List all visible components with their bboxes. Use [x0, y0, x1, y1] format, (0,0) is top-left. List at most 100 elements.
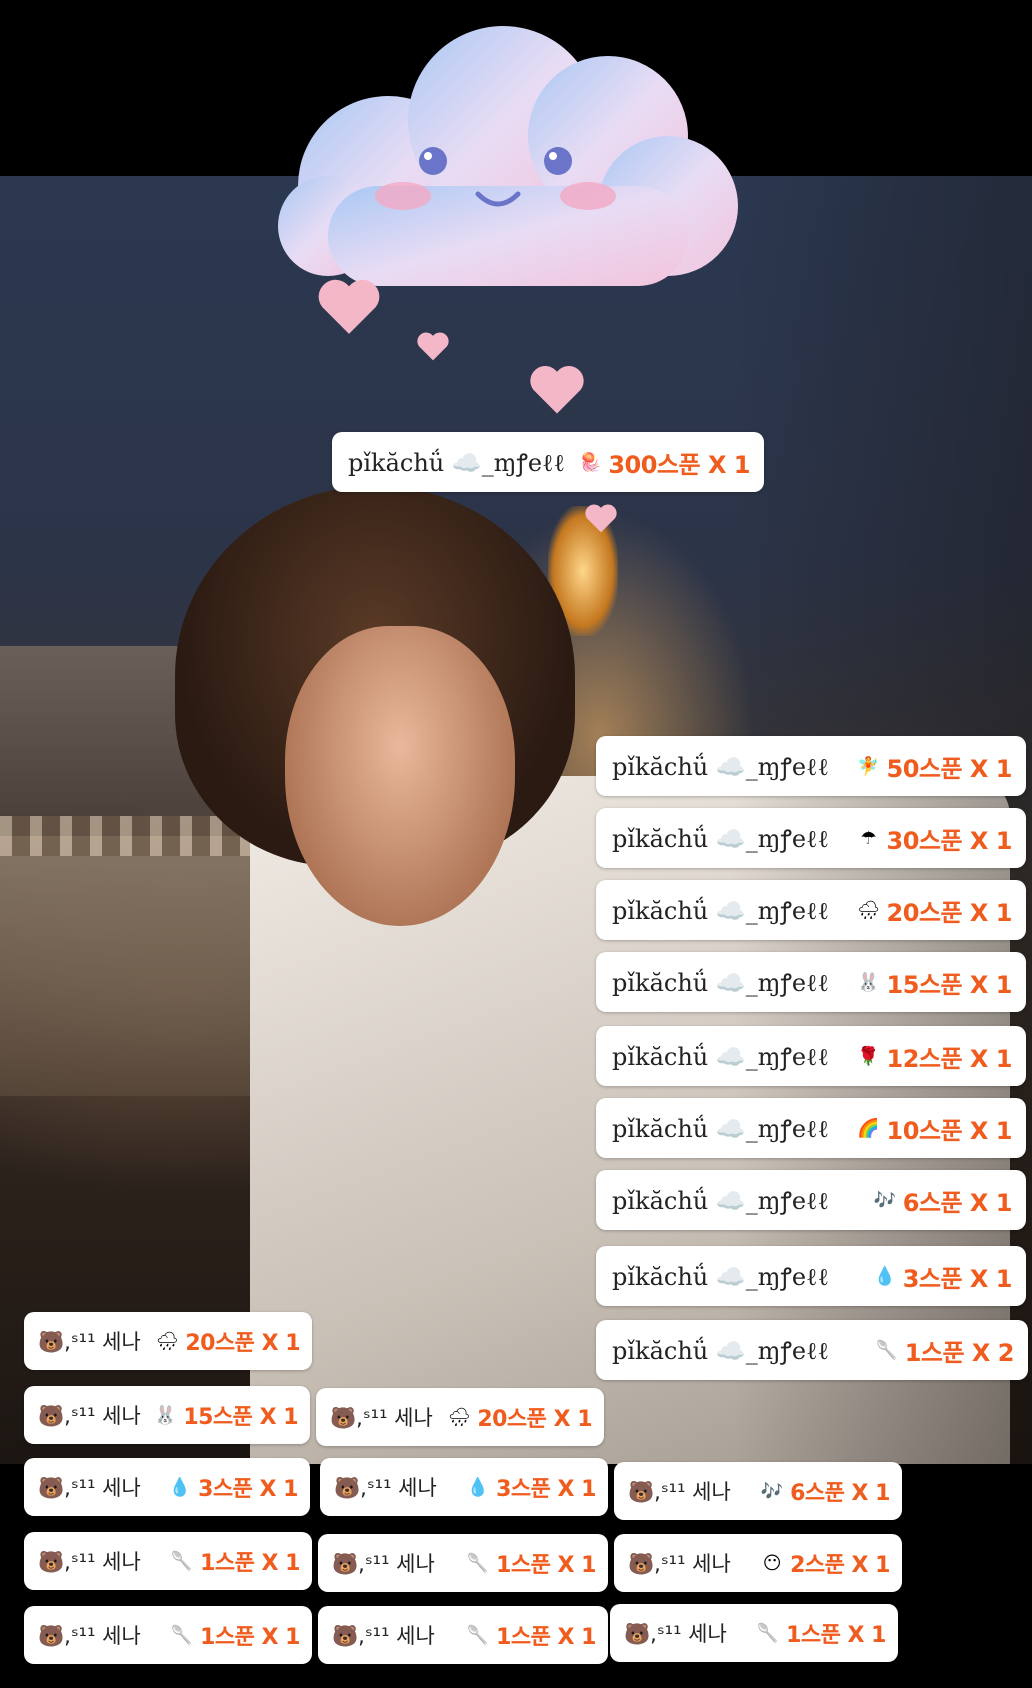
sender-name: 🐻,ˢ¹¹ 세나 [628, 1552, 731, 1576]
fairy-icon: 🧚 [857, 755, 880, 777]
music-notes-icon: 🎶 [760, 1480, 784, 1502]
heart-icon [530, 365, 584, 414]
donation-pill: pǐkăchǘ ☁️_ɱꝭeℓℓ ☂ 30스푼 X 1 [596, 808, 1026, 868]
sender-name: 🐻,ˢ¹¹ 세나 [334, 1476, 437, 1500]
spoon-amount: 20스푼 X 1 [185, 1331, 300, 1356]
spoon-amount: 10스푼 X 1 [886, 1116, 1013, 1145]
sender-name: 🐻,ˢ¹¹ 세나 [330, 1406, 433, 1430]
heart-icon [417, 332, 449, 361]
rain-cloud-icon: 🌧 [155, 1330, 179, 1352]
sender-name: pǐkăchǘ ☁️_ɱꝭeℓℓ [348, 448, 566, 477]
droplets-icon: 💧 [168, 1476, 192, 1498]
spoon-amount: 6스푼 X 1 [902, 1188, 1013, 1217]
spoon-icon: 🥄 [466, 1624, 490, 1646]
donation-pill: pǐkăchǘ ☁️_ɱꝭeℓℓ 🥄 1스푼 X 2 [596, 1320, 1028, 1380]
cloud-right-eye [544, 147, 572, 175]
spoon-amount: 6스푼 X 1 [790, 1481, 890, 1506]
donation-pill: 🐻,ˢ¹¹ 세나 🥄 1스푼 X 1 [318, 1534, 608, 1592]
rainbow-icon: 🌈 [857, 1117, 880, 1139]
spoon-amount: 300스푼 X 1 [608, 450, 750, 479]
background-bridge [0, 836, 250, 1096]
spoon-amount: 12스푼 X 1 [886, 1044, 1013, 1073]
donation-pill: 🐻,ˢ¹¹ 세나 😶 2스푼 X 1 [614, 1534, 902, 1592]
bunny-icon: 🐰 [857, 971, 880, 993]
rose-icon: 🌹 [857, 1045, 880, 1067]
spoon-amount: 1스푼 X 2 [904, 1338, 1015, 1367]
music-notes-icon: 🎶 [873, 1189, 896, 1211]
sender-name: 🐻,ˢ¹¹ 세나 [38, 1550, 141, 1574]
donation-pill: 🐻,ˢ¹¹ 세나 🥄 1스푼 X 1 [24, 1606, 312, 1664]
sender-name: 🐻,ˢ¹¹ 세나 [38, 1330, 141, 1354]
person-face [285, 626, 515, 926]
donation-pill: 🐻,ˢ¹¹ 세나 💧 3스푼 X 1 [320, 1458, 608, 1516]
donation-pill: 🐻,ˢ¹¹ 세나 🎶 6스푼 X 1 [614, 1462, 902, 1520]
droplets-icon: 💧 [873, 1265, 896, 1287]
sender-name: pǐkăchǘ ☁️_ɱꝭeℓℓ [612, 1262, 830, 1291]
cloud-left-blush [375, 182, 431, 210]
spoon-icon: 🥄 [466, 1552, 490, 1574]
donation-pill: 🐻,ˢ¹¹ 세나 💧 3스푼 X 1 [24, 1458, 310, 1516]
donation-pill: pǐkăchǘ ☁️_ɱꝭeℓℓ 🐰 15스푼 X 1 [596, 952, 1026, 1012]
spoon-amount: 1스푼 X 1 [786, 1623, 886, 1648]
bunny-icon: 🐰 [154, 1404, 177, 1426]
donation-pill: pǐkăchǘ ☁️_ɱꝭeℓℓ 💧 3스푼 X 1 [596, 1246, 1026, 1306]
spoon-amount: 1스푼 X 1 [496, 1553, 596, 1578]
spoon-amount: 20스푼 X 1 [477, 1407, 592, 1432]
spoon-amount: 50스푼 X 1 [886, 754, 1013, 783]
sender-name: 🐻,ˢ¹¹ 세나 [624, 1622, 727, 1646]
cloud-shape [278, 26, 738, 286]
sender-name: 🐻,ˢ¹¹ 세나 [38, 1476, 141, 1500]
rain-cloud-icon: 🌧 [447, 1406, 471, 1428]
sender-name: 🐻,ˢ¹¹ 세나 [38, 1624, 141, 1648]
donation-pill: pǐkăchǘ ☁️_ɱꝭeℓℓ 🌧 20스푼 X 1 [596, 880, 1026, 940]
sender-name: pǐkăchǘ ☁️_ɱꝭeℓℓ [612, 752, 830, 781]
donation-pill: 🐻,ˢ¹¹ 세나 🥄 1스푼 X 1 [318, 1606, 608, 1664]
donation-pill: 🐻,ˢ¹¹ 세나 🥄 1스푼 X 1 [610, 1604, 898, 1662]
donation-pill: pǐkăchǘ ☁️_ɱꝭeℓℓ 🎶 6스푼 X 1 [596, 1170, 1026, 1230]
background-balustrade [0, 816, 250, 856]
spoon-amount: 1스푼 X 1 [200, 1625, 300, 1650]
sender-name: pǐkăchǘ ☁️_ɱꝭeℓℓ [612, 968, 830, 997]
spoon-amount: 3스푼 X 1 [496, 1477, 596, 1502]
donation-pill-top: pǐkăchǘ ☁️_ɱꝭeℓℓ 🪼 300스푼 X 1 [332, 432, 764, 492]
sender-name: pǐkăchǘ ☁️_ɱꝭeℓℓ [612, 1336, 830, 1365]
cloud-left-eye [419, 147, 447, 175]
sender-name: 🐻,ˢ¹¹ 세나 [628, 1480, 731, 1504]
donation-pill: 🐻,ˢ¹¹ 세나 🐰 15스푼 X 1 [24, 1386, 310, 1444]
spoon-icon: 🥄 [170, 1624, 194, 1646]
face-icon: 😶 [762, 1552, 782, 1574]
spoon-amount: 1스푼 X 1 [200, 1551, 300, 1576]
donation-pill: 🐻,ˢ¹¹ 세나 🥄 1스푼 X 1 [24, 1532, 312, 1590]
spoon-amount: 30스푼 X 1 [886, 826, 1013, 855]
jellyfish-icon: 🪼 [579, 451, 602, 473]
rain-cloud-icon: 🌧 [857, 899, 880, 921]
donation-pill: pǐkăchǘ ☁️_ɱꝭeℓℓ 🌹 12스푼 X 1 [596, 1026, 1026, 1086]
sender-name: pǐkăchǘ ☁️_ɱꝭeℓℓ [612, 1186, 830, 1215]
spoon-amount: 20스푼 X 1 [886, 898, 1013, 927]
sender-name: 🐻,ˢ¹¹ 세나 [38, 1404, 141, 1428]
spoon-icon: 🥄 [756, 1622, 780, 1644]
spoon-amount: 3스푼 X 1 [902, 1264, 1013, 1293]
spoon-amount: 1스푼 X 1 [496, 1625, 596, 1650]
spoon-amount: 2스푼 X 1 [790, 1553, 890, 1578]
donation-pill: 🐻,ˢ¹¹ 세나 🌧 20스푼 X 1 [24, 1312, 312, 1370]
umbrella-icon: ☂ [860, 827, 877, 849]
spoon-amount: 15스푼 X 1 [886, 970, 1013, 999]
spoon-icon: 🥄 [875, 1339, 898, 1361]
spoon-amount: 3스푼 X 1 [198, 1477, 298, 1502]
spoon-icon: 🥄 [170, 1550, 194, 1572]
donation-pill: pǐkăchǘ ☁️_ɱꝭeℓℓ 🌈 10스푼 X 1 [596, 1098, 1026, 1158]
sender-name: 🐻,ˢ¹¹ 세나 [332, 1624, 435, 1648]
sender-name: pǐkăchǘ ☁️_ɱꝭeℓℓ [612, 824, 830, 853]
donation-pill: 🐻,ˢ¹¹ 세나 🌧 20스푼 X 1 [316, 1388, 604, 1446]
cloud-right-blush [560, 182, 616, 210]
cloud-sticker [278, 26, 738, 286]
spoon-amount: 15스푼 X 1 [183, 1405, 298, 1430]
droplets-icon: 💧 [466, 1476, 490, 1498]
sender-name: pǐkăchǘ ☁️_ɱꝭeℓℓ [612, 1042, 830, 1071]
heart-icon [585, 504, 617, 533]
donation-pill: pǐkăchǘ ☁️_ɱꝭeℓℓ 🧚 50스푼 X 1 [596, 736, 1026, 796]
sender-name: 🐻,ˢ¹¹ 세나 [332, 1552, 435, 1576]
sender-name: pǐkăchǘ ☁️_ɱꝭeℓℓ [612, 896, 830, 925]
story-canvas: pǐkăchǘ ☁️_ɱꝭeℓℓ 🪼 300스푼 X 1 pǐkăchǘ ☁️_… [0, 0, 1032, 1688]
